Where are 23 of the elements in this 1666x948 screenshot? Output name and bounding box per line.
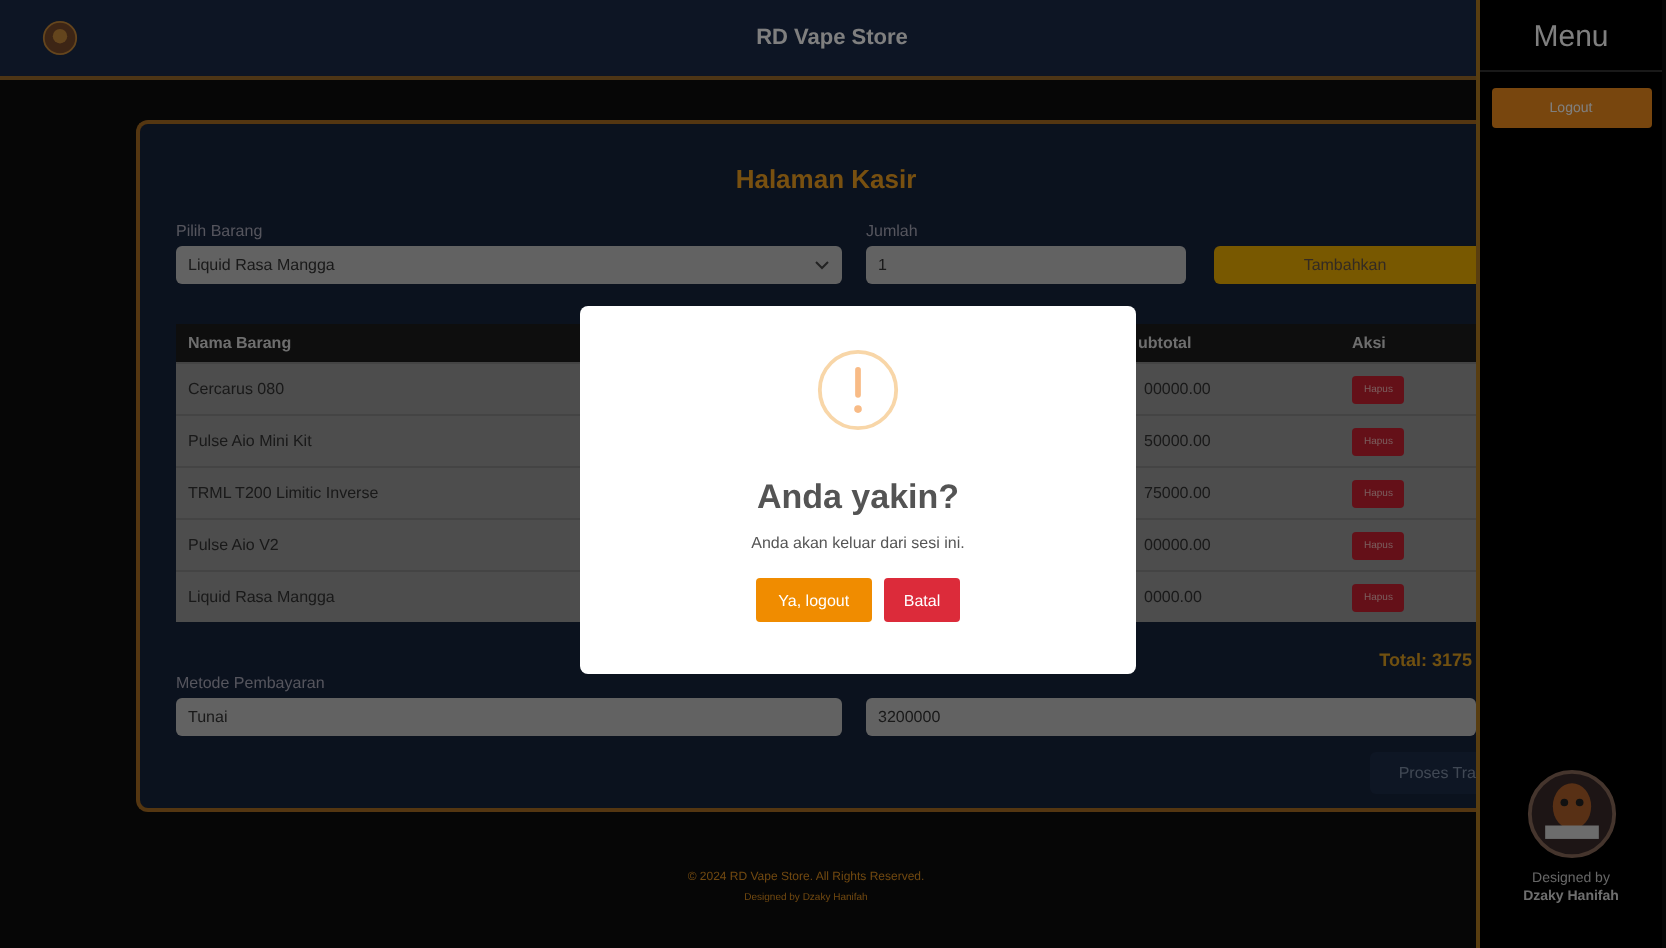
column-header: ubtotal bbox=[1136, 334, 1194, 352]
add-button[interactable]: Tambahkan bbox=[1214, 246, 1476, 284]
menu-title: Menu bbox=[1480, 0, 1662, 72]
total-text: Total: 3175 bbox=[1377, 650, 1472, 670]
logo-icon bbox=[42, 20, 78, 56]
dialog-title: Anda yakin? bbox=[756, 478, 960, 518]
column-header: Nama Barang bbox=[186, 334, 292, 352]
quantity-input[interactable]: 1 bbox=[866, 246, 1186, 284]
amount-input[interactable]: 3200000 bbox=[866, 698, 1476, 736]
store-title: RD Vape Store bbox=[756, 26, 908, 50]
field-label: Metode Pembayaran bbox=[176, 674, 327, 692]
column-header: Aksi bbox=[1350, 334, 1388, 352]
page-title: Halaman Kasir bbox=[733, 164, 919, 194]
dialog-message: Anda akan keluar dari sesi ini. bbox=[751, 534, 965, 552]
field-label: Pilih Barang bbox=[176, 222, 265, 240]
emblem-logo-drawing bbox=[1525, 768, 1617, 860]
payment-method-field[interactable]: Tunai bbox=[176, 698, 842, 736]
warning-icon bbox=[816, 348, 900, 432]
confirm-button[interactable]: Ya, logout bbox=[755, 578, 872, 622]
field-label: Jumlah bbox=[866, 222, 920, 240]
item-select[interactable]: Liquid Rasa Mangga bbox=[176, 246, 842, 284]
caret-icon bbox=[814, 260, 830, 270]
cancel-button[interactable]: Batal bbox=[883, 578, 961, 622]
